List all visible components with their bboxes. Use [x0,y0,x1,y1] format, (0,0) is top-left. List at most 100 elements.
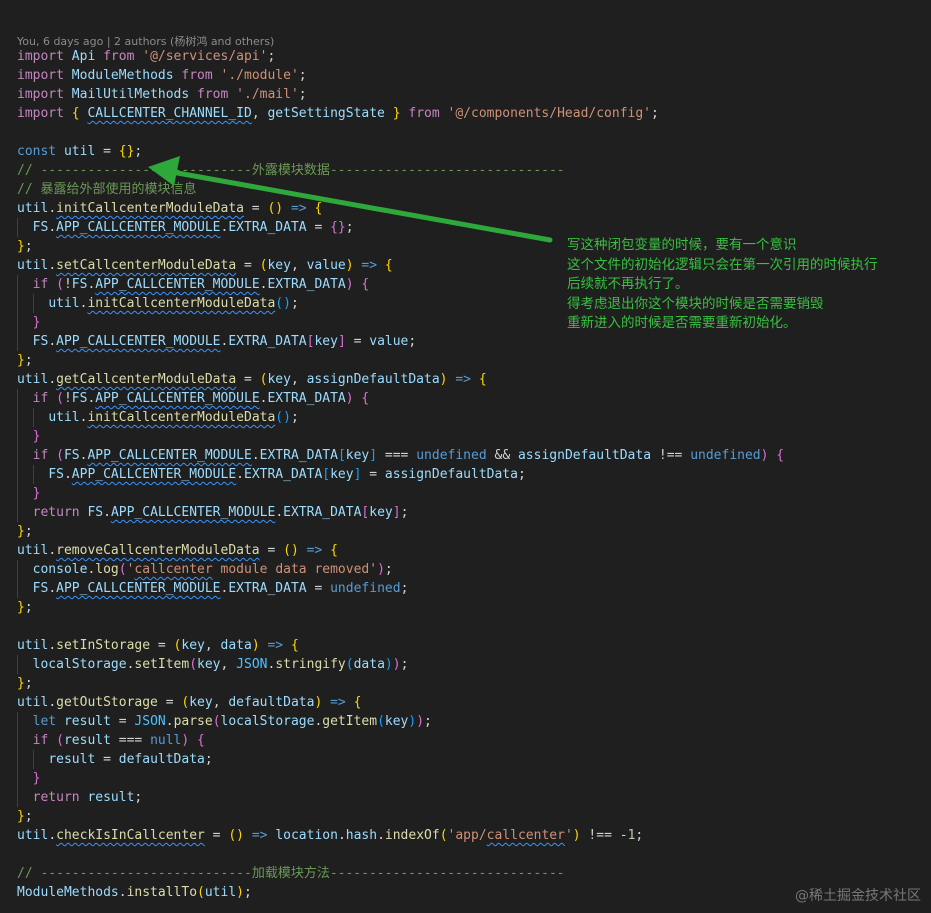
code-editor[interactable]: You, 6 days ago | 2 authors (杨树鸿 and oth… [0,0,931,913]
code-line[interactable]: }; [17,522,784,541]
code-token: FS [32,581,49,596]
code-line[interactable]: } [17,427,784,446]
code-token: result [87,790,135,805]
code-line[interactable]: } [17,484,784,503]
code-line[interactable]: }; [17,807,784,826]
code-token: = [157,695,182,710]
code-line[interactable]: }; [17,674,784,693]
code-line[interactable]: }; [17,598,784,617]
code-line[interactable]: // ---------------------------加载模块方法----… [17,864,784,883]
code-line[interactable]: import { CALLCENTER_CHANNEL_ID, getSetti… [17,104,784,123]
code-line[interactable]: }; [17,351,784,370]
code-line[interactable]: if (FS.APP_CALLCENTER_MODULE.EXTRA_DATA[… [17,446,784,465]
code-token: , [251,106,268,121]
code-line[interactable]: util.getOutStorage = (key, defaultData) … [17,693,784,712]
code-line[interactable]: FS.APP_CALLCENTER_MODULE.EXTRA_DATA = un… [17,579,784,598]
code-line[interactable]: FS.APP_CALLCENTER_MODULE.EXTRA_DATA[key]… [17,465,784,484]
code-token: => [251,828,268,843]
code-token: , [204,638,221,653]
code-token: . [377,828,385,843]
code-token: ; [400,581,409,596]
code-token: ; [244,885,252,900]
code-token: result [63,714,111,729]
code-line[interactable]: result = defaultData; [17,750,784,769]
code-line[interactable]: let result = JSON.parse(localStorage.get… [17,712,784,731]
code-token: removeCallcenterModuleData [56,543,260,558]
code-token: } [32,315,41,330]
code-token: installTo [126,885,198,900]
code-token: ( [56,277,64,292]
code-line[interactable]: if (!FS.APP_CALLCENTER_MODULE.EXTRA_DATA… [17,389,784,408]
code-line[interactable]: console.log('callcenter module data remo… [17,560,784,579]
code-token: './mail' [236,87,299,102]
annotation-note: 写这种闭包变量的时候，要有一个意识 这个文件的初始化逻辑只会在第一次引用的时候执行… [567,236,878,334]
code-token: = [345,334,370,349]
code-line[interactable]: util.removeCallcenterModuleData = () => … [17,541,784,560]
code-line[interactable]: FS.APP_CALLCENTER_MODULE.EXTRA_DATA[key]… [17,332,784,351]
code-token: key [314,334,338,349]
code-token: APP_CALLCENTER_MODULE [56,220,221,235]
code-line[interactable]: localStorage.setItem(key, JSON.stringify… [17,655,784,674]
code-line[interactable]: ModuleMethods.installTo(util); [17,883,784,902]
code-token: ModuleMethods [17,885,119,900]
code-line[interactable]: util.getCallcenterModuleData = (key, ass… [17,370,784,389]
code-token: '@/services/api' [142,49,268,64]
code-token: import [17,87,64,102]
code-line[interactable]: FS.APP_CALLCENTER_MODULE.EXTRA_DATA = {}… [17,218,784,237]
code-line[interactable]: import ModuleMethods from './module'; [17,66,784,85]
code-token: FS [71,277,88,292]
code-token: . [48,201,57,216]
code-token: ; [24,809,33,824]
code-token: util [17,543,49,558]
code-token: } [17,524,25,539]
code-token: {} [330,220,346,235]
code-line[interactable]: import Api from '@/services/api'; [17,47,784,66]
code-line[interactable]: if (result === null) { [17,731,784,750]
code-line[interactable]: // ---------------------------外露模块数据----… [17,161,784,180]
code-line[interactable]: util.initCallcenterModuleData(); [17,408,784,427]
code-token: () [267,201,284,216]
code-token: APP_CALLCENTER_MODULE [71,467,237,482]
code-token: = [243,201,268,216]
code-line[interactable]: import MailUtilMethods from './mail'; [17,85,784,104]
code-line[interactable]: util.initCallcenterModuleData = () => { [17,199,784,218]
code-line[interactable] [17,617,784,636]
code-token: = [236,372,260,387]
code-token: util [17,258,49,273]
code-token: const [17,144,57,159]
code-line[interactable]: util.checkIsInCallcenter = () => locatio… [17,826,784,845]
code-token: defaultData [228,695,315,710]
code-token: from [408,106,440,121]
code-line[interactable]: // 暴露给外部使用的模块信息 [17,180,784,199]
code-token: && [486,448,518,463]
code-token: } [17,676,25,691]
indent-guide [17,446,18,465]
code-token: ( [212,714,221,729]
code-token: ) [572,828,581,843]
code-line[interactable]: return result; [17,788,784,807]
code-token: ) [345,277,354,292]
code-token: () [228,828,244,843]
indent-guide [17,408,18,427]
code-line[interactable]: } [17,769,784,788]
code-line[interactable]: const util = {}; [17,142,784,161]
code-token: = [361,467,385,482]
code-area[interactable]: import Api from '@/services/api'; import … [17,47,784,902]
annotation-line: 重新进入的时候是否需要重新初始化。 [567,315,797,331]
code-token: util [204,885,237,900]
code-token: result [48,752,96,767]
code-token: EXTRA_DATA [228,220,307,235]
code-token: . [236,467,244,482]
code-line[interactable] [17,123,784,142]
code-token: return [32,790,80,805]
code-line[interactable]: return FS.APP_CALLCENTER_MODULE.EXTRA_DA… [17,503,784,522]
code-line[interactable]: util.setInStorage = (key, data) => { [17,636,784,655]
code-line[interactable] [17,845,784,864]
code-token: './module' [220,68,299,83]
code-token: () [283,543,299,558]
code-token: log [95,562,119,577]
